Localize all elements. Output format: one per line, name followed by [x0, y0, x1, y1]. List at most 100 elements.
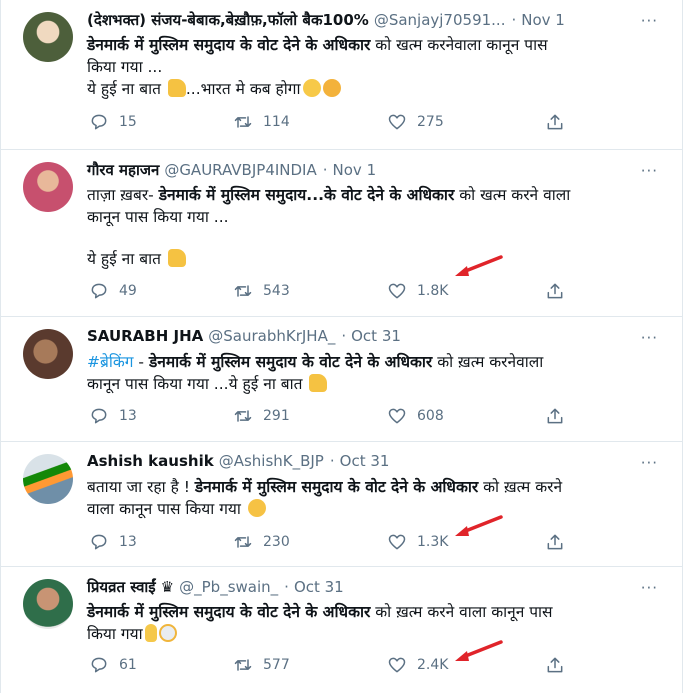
- tweet-date[interactable]: Oct 31: [351, 327, 401, 345]
- thumbs-up-icon: [309, 374, 328, 392]
- tweet-text: डेनमार्क में मुस्लिम समुदाय के वोट देने …: [87, 601, 664, 645]
- avatar[interactable]: [23, 162, 73, 212]
- screaming-face-icon: [158, 624, 177, 642]
- avatar[interactable]: [23, 454, 73, 504]
- like-button[interactable]: 2.4K: [387, 655, 448, 675]
- retweet-count: 577: [263, 657, 290, 673]
- retweet-icon: [234, 116, 252, 128]
- separator-dot: ·: [284, 578, 289, 596]
- share-button[interactable]: [545, 112, 565, 132]
- share-button[interactable]: [545, 655, 565, 675]
- tweet-header: प्रियव्रत स्वाईं ♛ @_Pb_swain_ · Oct 31: [87, 577, 664, 599]
- retweet-icon: [234, 285, 252, 297]
- tweet-actions: 13 230 1.3K: [87, 532, 647, 556]
- heart-icon: [388, 283, 406, 299]
- like-button[interactable]: 1.3K: [387, 532, 448, 552]
- retweet-button[interactable]: 291: [233, 406, 290, 426]
- retweet-button[interactable]: 577: [233, 655, 290, 675]
- bold-text: डेनमार्क में मुस्लिम समुदाय के वोट देने …: [87, 603, 371, 621]
- tweet-date[interactable]: Oct 31: [294, 578, 344, 596]
- user-handle[interactable]: @AshishK_BJP: [219, 452, 324, 470]
- reply-button[interactable]: 13: [89, 532, 137, 552]
- bold-text: डेनमार्क में मुस्लिम समुदाय के वोट देने …: [87, 36, 371, 54]
- like-count: 1.8K: [417, 283, 449, 299]
- bold-text: डेनमार्क में मुस्लिम समुदाय...के वोट देन…: [158, 186, 455, 204]
- retweet-count: 114: [263, 114, 290, 130]
- more-options-icon[interactable]: ···: [641, 162, 658, 180]
- display-name[interactable]: SAURABH JHA: [87, 327, 203, 345]
- tweet-header: गौरव महाजन @GAURAVBJP4INDIA · Nov 1: [87, 160, 664, 182]
- tweet-card[interactable]: गौरव महाजन @GAURAVBJP4INDIA · Nov 1 ··· …: [1, 150, 682, 317]
- share-button[interactable]: [545, 406, 565, 426]
- text-segment: ये हुई ना बात: [87, 80, 166, 98]
- like-button[interactable]: 608: [387, 406, 444, 426]
- share-button[interactable]: [545, 532, 565, 552]
- display-name[interactable]: प्रियव्रत स्वाईं: [87, 577, 156, 597]
- separator-dot: ·: [322, 161, 328, 179]
- text-segment: को ख़त्म करने वाला कानून पास: [370, 603, 553, 621]
- tweet-date[interactable]: Nov 1: [521, 11, 565, 29]
- avatar[interactable]: [23, 329, 73, 379]
- reply-icon: [91, 114, 107, 130]
- user-handle[interactable]: @_Pb_swain_: [179, 578, 278, 596]
- tweet-card[interactable]: प्रियव्रत स्वाईं ♛ @_Pb_swain_ · Oct 31 …: [1, 567, 682, 693]
- share-icon: [547, 657, 563, 673]
- tweet-card[interactable]: SAURABH JHA @SaurabhKrJHA_ · Oct 31 ··· …: [1, 317, 682, 442]
- red-arrow-annotation: [455, 640, 503, 661]
- user-handle[interactable]: @Sanjayj70591...: [374, 11, 506, 29]
- reply-button[interactable]: 49: [89, 281, 137, 301]
- like-count: 275: [417, 114, 444, 130]
- more-options-icon[interactable]: ···: [641, 454, 658, 472]
- like-button[interactable]: 275: [387, 112, 444, 132]
- text-segment: ये हुई ना बात: [87, 250, 166, 268]
- like-count: 2.4K: [417, 657, 449, 673]
- user-handle[interactable]: @SaurabhKrJHA_: [208, 327, 335, 345]
- text-line: कानून पास किया गया ...: [87, 208, 229, 226]
- retweet-button[interactable]: 543: [233, 281, 290, 301]
- confused-face-icon: [302, 79, 321, 97]
- retweet-icon: [234, 659, 252, 671]
- tweet-date[interactable]: Oct 31: [340, 452, 390, 470]
- tweet-header: (देशभक्त) संजय-बेबाक,बेख़ौफ़,फॉलो बैक100…: [87, 10, 664, 32]
- display-name[interactable]: गौरव महाजन: [87, 160, 159, 180]
- heart-icon: [388, 657, 406, 673]
- tweet-text: #ब्रेकिंग - डेनमार्क में मुस्लिम समुदाय …: [87, 351, 664, 395]
- victory-hand-icon: [144, 624, 157, 642]
- text-line: किया गया ...: [87, 58, 163, 76]
- reply-button[interactable]: 13: [89, 406, 137, 426]
- red-arrow-annotation: [455, 515, 503, 536]
- reply-count: 15: [119, 114, 137, 130]
- display-name[interactable]: (देशभक्त) संजय-बेबाक,बेख़ौफ़,फॉलो बैक100…: [87, 10, 369, 30]
- hashtag-link[interactable]: #ब्रेकिंग: [87, 353, 133, 371]
- share-button[interactable]: [545, 281, 565, 301]
- avatar[interactable]: [23, 579, 73, 629]
- more-options-icon[interactable]: ···: [641, 12, 658, 30]
- tweet-header: SAURABH JHA @SaurabhKrJHA_ · Oct 31: [87, 327, 664, 349]
- tweet-actions: 13 291 608: [87, 406, 647, 430]
- tweet-card[interactable]: Ashish kaushik @AshishK_BJP · Oct 31 ···…: [1, 442, 682, 567]
- reply-count: 13: [119, 534, 137, 550]
- text-segment: कानून पास किया गया ...ये हुई ना बात: [87, 375, 308, 393]
- text-segment: बताया जा रहा है !: [87, 478, 195, 496]
- avatar[interactable]: [23, 12, 73, 62]
- tweet-card[interactable]: (देशभक्त) संजय-बेबाक,बेख़ौफ़,फॉलो बैक100…: [1, 0, 682, 150]
- share-icon: [547, 283, 563, 299]
- user-handle[interactable]: @GAURAVBJP4INDIA: [164, 161, 316, 179]
- like-button[interactable]: 1.8K: [387, 281, 448, 301]
- display-name[interactable]: Ashish kaushik: [87, 452, 214, 470]
- tweet-header: Ashish kaushik @AshishK_BJP · Oct 31: [87, 452, 664, 474]
- text-segment: ...भारत मे कब होगा: [185, 80, 301, 98]
- red-arrow-annotation: [455, 255, 503, 276]
- text-segment: को ख़त्म करनेवाला: [432, 353, 544, 371]
- retweet-button[interactable]: 230: [233, 532, 290, 552]
- text-segment: -: [133, 353, 149, 371]
- crown-icon: ♛: [160, 578, 175, 596]
- more-options-icon[interactable]: ···: [641, 579, 658, 597]
- bold-text: डेनमार्क में मुस्लिम समुदाय के वोट देने …: [194, 478, 479, 496]
- more-options-icon[interactable]: ···: [641, 329, 658, 347]
- tweet-date[interactable]: Nov 1: [333, 161, 377, 179]
- reply-button[interactable]: 61: [89, 655, 137, 675]
- retweet-button[interactable]: 114: [233, 112, 290, 132]
- thumbs-up-icon: [167, 79, 186, 97]
- reply-button[interactable]: 15: [89, 112, 137, 132]
